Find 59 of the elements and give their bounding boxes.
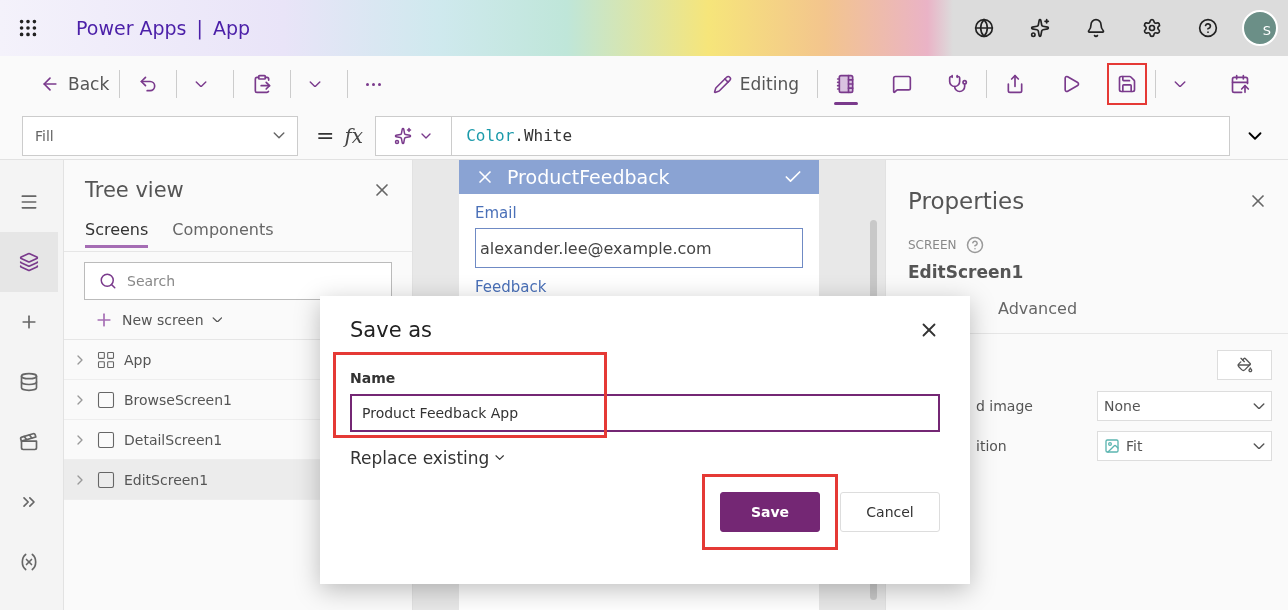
save-icon bbox=[1117, 74, 1137, 94]
back-button[interactable]: Back bbox=[30, 63, 120, 105]
property-label: d image bbox=[976, 398, 1033, 414]
search-field[interactable]: Search bbox=[84, 262, 392, 300]
chevron-down-icon bbox=[1252, 442, 1265, 450]
panel-tab[interactable]: Screens bbox=[85, 213, 149, 248]
chevron-down-icon bbox=[309, 80, 322, 88]
search-icon bbox=[99, 272, 117, 290]
brand-name: Power Apps bbox=[76, 17, 187, 39]
formula-text: Color.White bbox=[466, 126, 573, 145]
share-icon bbox=[1005, 74, 1025, 94]
equals-sign: = bbox=[316, 123, 335, 148]
editing-button[interactable]: Editing bbox=[702, 63, 809, 105]
publish-icon bbox=[1230, 74, 1250, 94]
cancel-button[interactable]: Cancel bbox=[840, 492, 940, 532]
grid-icon bbox=[96, 349, 116, 370]
property-dropdown[interactable]: None bbox=[1097, 391, 1272, 421]
panel-tab[interactable]: Advanced bbox=[998, 292, 1078, 327]
field-label: Email bbox=[475, 204, 518, 222]
email-field[interactable]: alexander.lee@example.com bbox=[475, 228, 803, 268]
chevron-down-icon bbox=[1174, 80, 1187, 88]
chevron-down-icon bbox=[211, 316, 223, 323]
form-header: ProductFeedback bbox=[459, 160, 819, 194]
panel-title: Tree view bbox=[85, 178, 184, 202]
layers-icon[interactable] bbox=[0, 232, 58, 292]
property-dropdown[interactable]: Fill bbox=[22, 115, 298, 156]
more-icon bbox=[366, 82, 382, 86]
screen-icon bbox=[96, 389, 116, 410]
screen-icon bbox=[96, 469, 116, 490]
stethoscope-icon bbox=[948, 74, 968, 94]
save-button[interactable] bbox=[1107, 63, 1147, 105]
user-avatar[interactable]: S bbox=[1242, 10, 1278, 46]
name-field[interactable]: Product Feedback App bbox=[350, 394, 940, 432]
property-label: ition bbox=[976, 438, 1007, 454]
play-icon bbox=[1061, 74, 1081, 94]
property-dropdown[interactable]: Fit bbox=[1097, 431, 1272, 461]
panel-title: Properties bbox=[908, 188, 1025, 214]
pencil-icon bbox=[712, 74, 732, 94]
control-name: EditScreen1 bbox=[907, 261, 1025, 282]
chevron-down-icon bbox=[195, 80, 208, 88]
chevron-down-icon bbox=[1252, 402, 1265, 410]
field-label: Feedback bbox=[475, 278, 548, 296]
image-icon bbox=[1104, 438, 1120, 454]
fx-label: fx bbox=[344, 123, 364, 148]
control-type: SCREEN bbox=[908, 238, 957, 252]
fill-color-button[interactable] bbox=[1217, 350, 1272, 380]
formula-field[interactable]: Color.White bbox=[375, 115, 1230, 156]
panel-tab[interactable]: Components bbox=[172, 213, 274, 248]
chevron-down-icon bbox=[495, 455, 505, 461]
app-name: App bbox=[212, 17, 251, 39]
comment-icon bbox=[892, 74, 912, 94]
copilot-icon[interactable] bbox=[393, 126, 412, 145]
chevron-down-icon bbox=[272, 132, 285, 139]
save-button[interactable]: Save bbox=[720, 492, 820, 532]
clipboard-icon bbox=[252, 74, 273, 94]
paint-bucket-icon bbox=[1236, 357, 1253, 373]
notebook-icon bbox=[836, 74, 856, 94]
screen-icon bbox=[96, 429, 116, 450]
title-separator: | bbox=[196, 17, 203, 39]
